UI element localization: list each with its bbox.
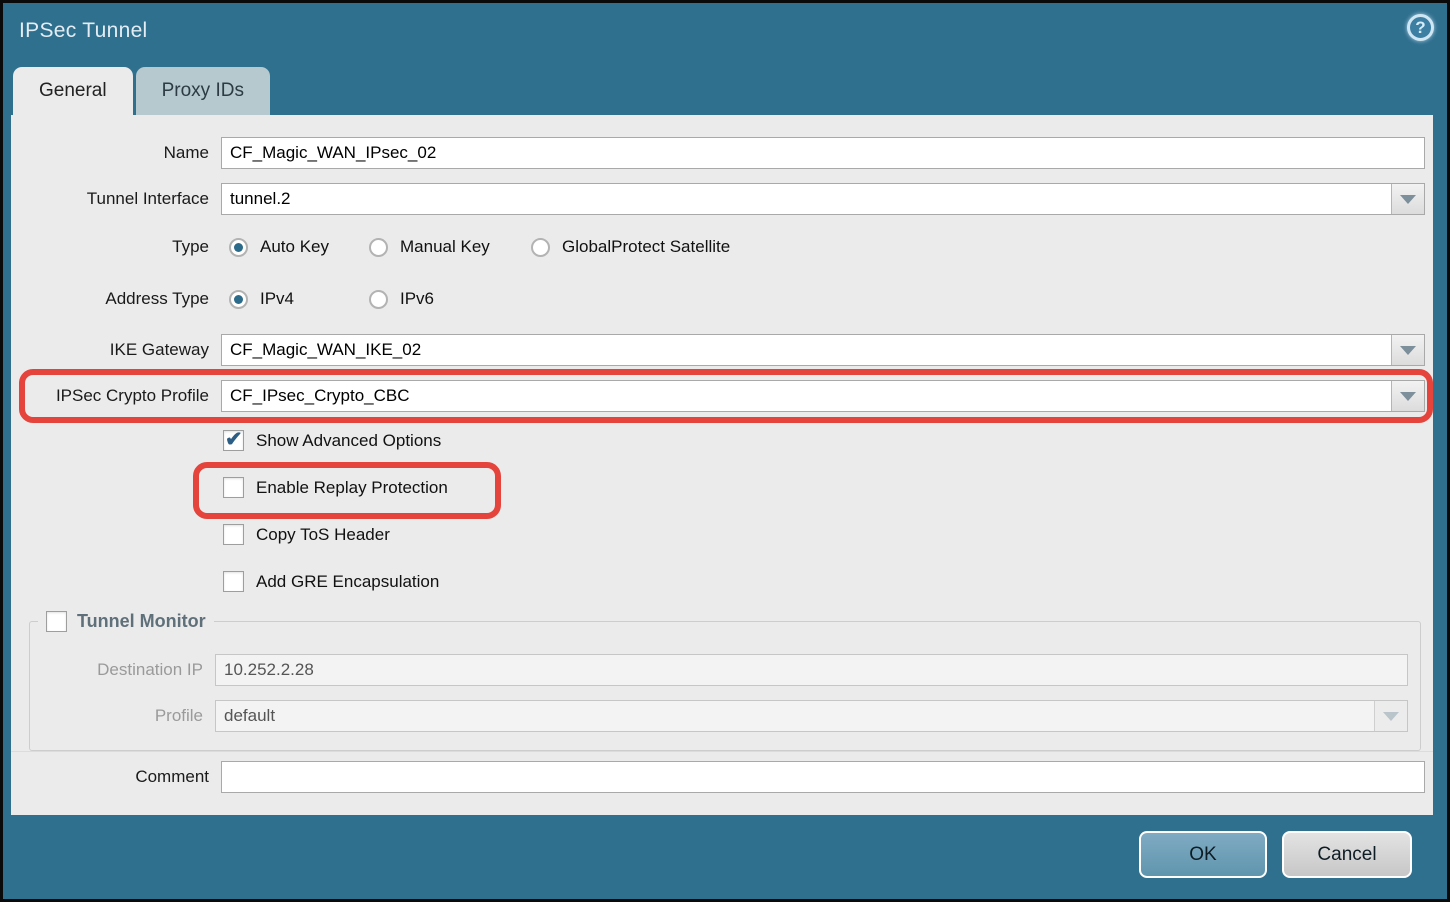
tab-bar: General Proxy IDs	[13, 67, 270, 115]
ipv4-label: IPv4	[260, 289, 294, 309]
type-option-auto-key[interactable]: Auto Key	[229, 233, 329, 261]
comment-input[interactable]	[221, 761, 1425, 793]
tunnel-monitor-label: Tunnel Monitor	[77, 611, 206, 632]
address-type-option-ipv6[interactable]: IPv6	[369, 285, 434, 313]
comment-label: Comment	[11, 767, 221, 787]
ipsec-crypto-profile-input[interactable]	[222, 381, 1391, 411]
tunnel-monitor-legend: Tunnel Monitor	[38, 611, 214, 632]
ike-gateway-row: IKE Gateway	[11, 334, 1433, 366]
tunnel-interface-row: Tunnel Interface	[11, 183, 1433, 215]
tunnel-monitor-checkbox[interactable]	[46, 611, 67, 632]
add-gre-encapsulation-checkbox[interactable]	[223, 571, 244, 592]
manual-key-label: Manual Key	[400, 237, 490, 257]
type-option-manual-key[interactable]: Manual Key	[369, 233, 490, 261]
profile-input	[216, 701, 1374, 731]
enable-replay-protection-row[interactable]: Enable Replay Protection	[223, 477, 448, 498]
copy-tos-header-row[interactable]: Copy ToS Header	[223, 524, 390, 545]
profile-label: Profile	[30, 706, 215, 726]
enable-replay-protection-checkbox[interactable]	[223, 477, 244, 498]
show-advanced-options-label: Show Advanced Options	[256, 431, 441, 451]
ipv6-label: IPv6	[400, 289, 434, 309]
auto-key-label: Auto Key	[260, 237, 329, 257]
chevron-down-icon	[1400, 195, 1416, 204]
radio-ipv4[interactable]	[229, 290, 248, 309]
help-icon[interactable]: ?	[1407, 14, 1434, 41]
chevron-down-icon	[1383, 712, 1399, 721]
tunnel-interface-input[interactable]	[222, 184, 1391, 214]
enable-replay-protection-label: Enable Replay Protection	[256, 478, 448, 498]
destination-ip-input	[215, 654, 1408, 686]
comment-row: Comment	[11, 761, 1433, 793]
radio-manual-key[interactable]	[369, 238, 388, 257]
radio-globalprotect-satellite[interactable]	[531, 238, 550, 257]
ok-button[interactable]: OK	[1139, 831, 1267, 878]
address-type-row: Address Type IPv4 IPv6	[11, 285, 1433, 313]
chevron-down-icon	[1400, 392, 1416, 401]
tunnel-interface-dropdown-button[interactable]	[1391, 184, 1424, 214]
ike-gateway-input[interactable]	[222, 335, 1391, 365]
name-label: Name	[11, 143, 221, 163]
name-row: Name	[11, 137, 1433, 169]
copy-tos-header-checkbox[interactable]	[223, 524, 244, 545]
globalprotect-satellite-label: GlobalProtect Satellite	[562, 237, 730, 257]
ipsec-crypto-profile-row: IPSec Crypto Profile	[11, 380, 1433, 412]
chevron-down-icon	[1400, 346, 1416, 355]
radio-auto-key[interactable]	[229, 238, 248, 257]
tunnel-monitor-section: Tunnel Monitor Destination IP Profile	[29, 611, 1421, 751]
general-tab-panel: Name Tunnel Interface Type	[11, 115, 1433, 815]
tab-general[interactable]: General	[13, 67, 133, 115]
copy-tos-header-label: Copy ToS Header	[256, 525, 390, 545]
type-label: Type	[11, 237, 221, 257]
destination-ip-row: Destination IP	[30, 654, 1420, 686]
tab-proxy-ids[interactable]: Proxy IDs	[136, 67, 270, 115]
profile-dropdown-button	[1374, 701, 1407, 731]
destination-ip-label: Destination IP	[30, 660, 215, 680]
show-advanced-options-checkbox[interactable]	[223, 430, 244, 451]
radio-ipv6[interactable]	[369, 290, 388, 309]
section-divider	[11, 751, 1433, 752]
add-gre-encapsulation-row[interactable]: Add GRE Encapsulation	[223, 571, 439, 592]
ike-gateway-dropdown-button[interactable]	[1391, 335, 1424, 365]
address-type-option-ipv4[interactable]: IPv4	[229, 285, 294, 313]
name-input[interactable]	[221, 137, 1425, 169]
profile-row: Profile	[30, 700, 1420, 732]
type-option-globalprotect-satellite[interactable]: GlobalProtect Satellite	[531, 233, 730, 261]
dialog-title: IPSec Tunnel	[19, 19, 148, 43]
cancel-button[interactable]: Cancel	[1282, 831, 1412, 878]
address-type-label: Address Type	[11, 289, 221, 309]
show-advanced-options-row[interactable]: Show Advanced Options	[223, 430, 441, 451]
type-row: Type Auto Key Manual Key GlobalProtect S…	[11, 233, 1433, 261]
ike-gateway-label: IKE Gateway	[11, 340, 221, 360]
add-gre-encapsulation-label: Add GRE Encapsulation	[256, 572, 439, 592]
ipsec-crypto-profile-dropdown-button[interactable]	[1391, 381, 1424, 411]
ipsec-crypto-profile-label: IPSec Crypto Profile	[11, 386, 221, 406]
tunnel-interface-label: Tunnel Interface	[11, 189, 221, 209]
ipsec-tunnel-dialog: IPSec Tunnel ? General Proxy IDs Name Tu…	[0, 0, 1450, 902]
